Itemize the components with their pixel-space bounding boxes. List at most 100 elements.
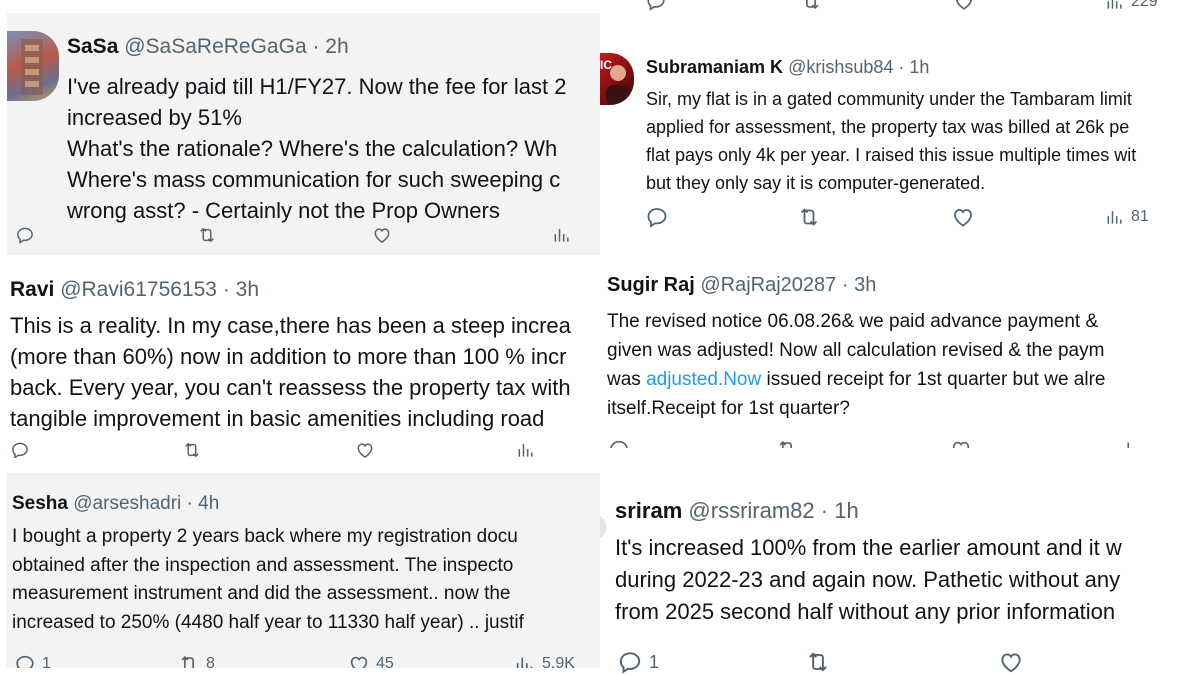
author-handle[interactable]: @rssriram82	[688, 498, 814, 523]
views-value: 81	[1131, 208, 1149, 225]
tweet-text-segment: issued receipt for 1st quarter but we al…	[761, 369, 1106, 390]
reply-icon[interactable]	[10, 440, 30, 458]
repost-icon[interactable]	[797, 205, 821, 229]
profile-photo-icon: IC	[600, 58, 630, 105]
author-name[interactable]: sriram	[615, 498, 682, 523]
tweet-header: Ravi @Ravi61756153 · 3h	[10, 278, 259, 302]
repost-icon[interactable]	[805, 649, 831, 675]
reply-count[interactable]: 1	[14, 653, 51, 668]
tweet-card-subramaniam[interactable]: 229 IC Subramaniam K @krishsub84 · 1h Si…	[600, 0, 1200, 240]
avatar[interactable]	[7, 31, 59, 101]
reply-icon[interactable]	[15, 225, 35, 245]
repost-icon[interactable]	[776, 438, 798, 448]
tweet-line: I've already paid till H1/FY27. Now the …	[67, 74, 567, 99]
avatar[interactable]: IC	[600, 53, 634, 105]
tweet-line: (more than 60%) now in addition to more …	[10, 344, 567, 369]
repost-count[interactable]: 8	[178, 653, 215, 668]
tweet-link[interactable]: adjusted.Now	[646, 369, 761, 390]
like-value: 45	[376, 655, 394, 668]
tweet-card-sesha[interactable]: Sesha @arseshadri · 4h I bought a proper…	[6, 473, 600, 668]
tweet-time[interactable]: · 1h	[821, 498, 859, 523]
like-icon	[348, 653, 370, 668]
author-name[interactable]: Ravi	[10, 278, 54, 301]
tweet-line: The revised notice 06.08.26& we paid adv…	[607, 311, 1099, 332]
repost-icon[interactable]	[182, 440, 202, 458]
tweet-text: The revised notice 06.08.26& we paid adv…	[607, 307, 1106, 423]
tweet-text: I've already paid till H1/FY27. Now the …	[67, 71, 566, 226]
like-icon[interactable]	[951, 205, 975, 229]
like-count[interactable]: 45	[348, 653, 394, 668]
views-icon	[1105, 207, 1125, 227]
like-icon[interactable]	[355, 440, 375, 458]
reply-icon[interactable]	[645, 205, 669, 229]
tweet-line: increased to 250% (4480 half year to 113…	[12, 611, 524, 633]
reply-icon[interactable]	[645, 0, 667, 12]
reply-value: 1	[649, 651, 660, 672]
tweet-line: I bought a property 2 years back where m…	[12, 526, 518, 547]
tweet-actions: 81	[600, 205, 1200, 229]
author-name[interactable]: SaSa	[67, 35, 118, 58]
author-handle[interactable]: @RajRaj20287	[700, 274, 836, 296]
reply-icon	[617, 649, 643, 675]
avatar[interactable]	[600, 514, 606, 540]
repost-icon	[178, 653, 200, 668]
author-handle[interactable]: @arseshadri	[73, 493, 181, 514]
views-icon[interactable]	[552, 225, 572, 245]
tweet-card-ravi[interactable]: Ravi @Ravi61756153 · 3h This is a realit…	[0, 262, 600, 458]
tweet-line: obtained after the inspection and assess…	[12, 554, 514, 576]
reply-icon[interactable]	[608, 438, 630, 448]
tweet-header: Sugir Raj @RajRaj20287 · 3h	[607, 274, 876, 297]
views-count[interactable]: 229	[1105, 0, 1158, 12]
author-name[interactable]: Sugir Raj	[607, 274, 695, 296]
tweet-text: Sir, my flat is in a gated community und…	[646, 85, 1136, 197]
tweet-header: SaSa @SaSaReReGaGa · 2h	[67, 35, 349, 59]
tweet-card-sugir-raj[interactable]: Sugir Raj @RajRaj20287 · 3h The revised …	[600, 258, 1200, 448]
tweet-line: during 2022-23 and again now. Pathetic w…	[615, 567, 1121, 592]
tweet-time[interactable]: · 3h	[223, 278, 259, 301]
tweet-line: itself.Receipt for 1st quarter?	[607, 398, 850, 419]
tweet-text-segment: was	[607, 369, 647, 390]
tweet-line: flat pays only 4k per year. I raised thi…	[646, 145, 1137, 165]
author-handle[interactable]: @Ravi61756153	[60, 278, 217, 301]
tweet-card-sriram[interactable]: sriram @rssriram82 · 1h It's increased 1…	[600, 476, 1200, 675]
tweet-line: Where's mass communication for such swee…	[67, 167, 561, 192]
author-handle[interactable]: @krishsub84	[788, 57, 893, 77]
author-handle[interactable]: @SaSaReReGaGa	[124, 35, 306, 58]
tweet-time[interactable]: · 3h	[842, 274, 876, 296]
views-value: 229	[1131, 0, 1158, 10]
tweet-time[interactable]: · 2h	[312, 35, 348, 58]
views-count[interactable]: 5.9K	[514, 653, 575, 668]
tweet-line: increased by 51%	[67, 105, 242, 130]
tweet-header: Subramaniam K @krishsub84 · 1h	[646, 57, 929, 78]
tweet-actions-previous: 229	[600, 0, 1200, 20]
tweet-card-sasa[interactable]: SaSa @SaSaReReGaGa · 2h I've already pai…	[7, 13, 600, 255]
tweet-actions	[600, 438, 1200, 448]
tweet-line: was adjusted.Now issued receipt for 1st …	[607, 365, 1106, 394]
tweet-time[interactable]: · 4h	[187, 493, 220, 514]
views-icon[interactable]	[516, 440, 536, 458]
like-icon[interactable]	[950, 438, 972, 448]
reply-count[interactable]: 1	[617, 649, 659, 675]
temple-image-icon	[21, 39, 43, 95]
like-icon[interactable]	[372, 225, 392, 245]
repost-icon[interactable]	[800, 0, 822, 12]
tweet-actions: 1	[600, 649, 1200, 673]
views-count[interactable]: 81	[1105, 207, 1149, 227]
repost-icon[interactable]	[197, 225, 217, 245]
tweet-line: It's increased 100% from the earlier amo…	[615, 535, 1122, 560]
author-name[interactable]: Sesha	[12, 493, 68, 514]
tweet-line: wrong asst? - Certainly not the Prop Own…	[67, 198, 500, 223]
tweet-line: from 2025 second half without any prior …	[615, 599, 1116, 624]
like-icon[interactable]	[998, 649, 1024, 675]
tweet-line: but they only say it is computer-generat…	[646, 173, 986, 193]
repost-value: 8	[206, 655, 215, 668]
tweet-line: measurement instrument and did the asses…	[12, 583, 511, 604]
tweet-line: back. Every year, you can't reassess the…	[10, 375, 571, 400]
tweet-actions	[7, 227, 600, 247]
tweet-line: given was adjusted! Now all calculation …	[607, 340, 1105, 361]
like-icon[interactable]	[953, 0, 975, 12]
tweet-time[interactable]: · 1h	[898, 57, 929, 77]
author-name[interactable]: Subramaniam K	[646, 57, 783, 77]
views-icon[interactable]	[1120, 438, 1142, 448]
svg-text:IC: IC	[600, 58, 612, 72]
